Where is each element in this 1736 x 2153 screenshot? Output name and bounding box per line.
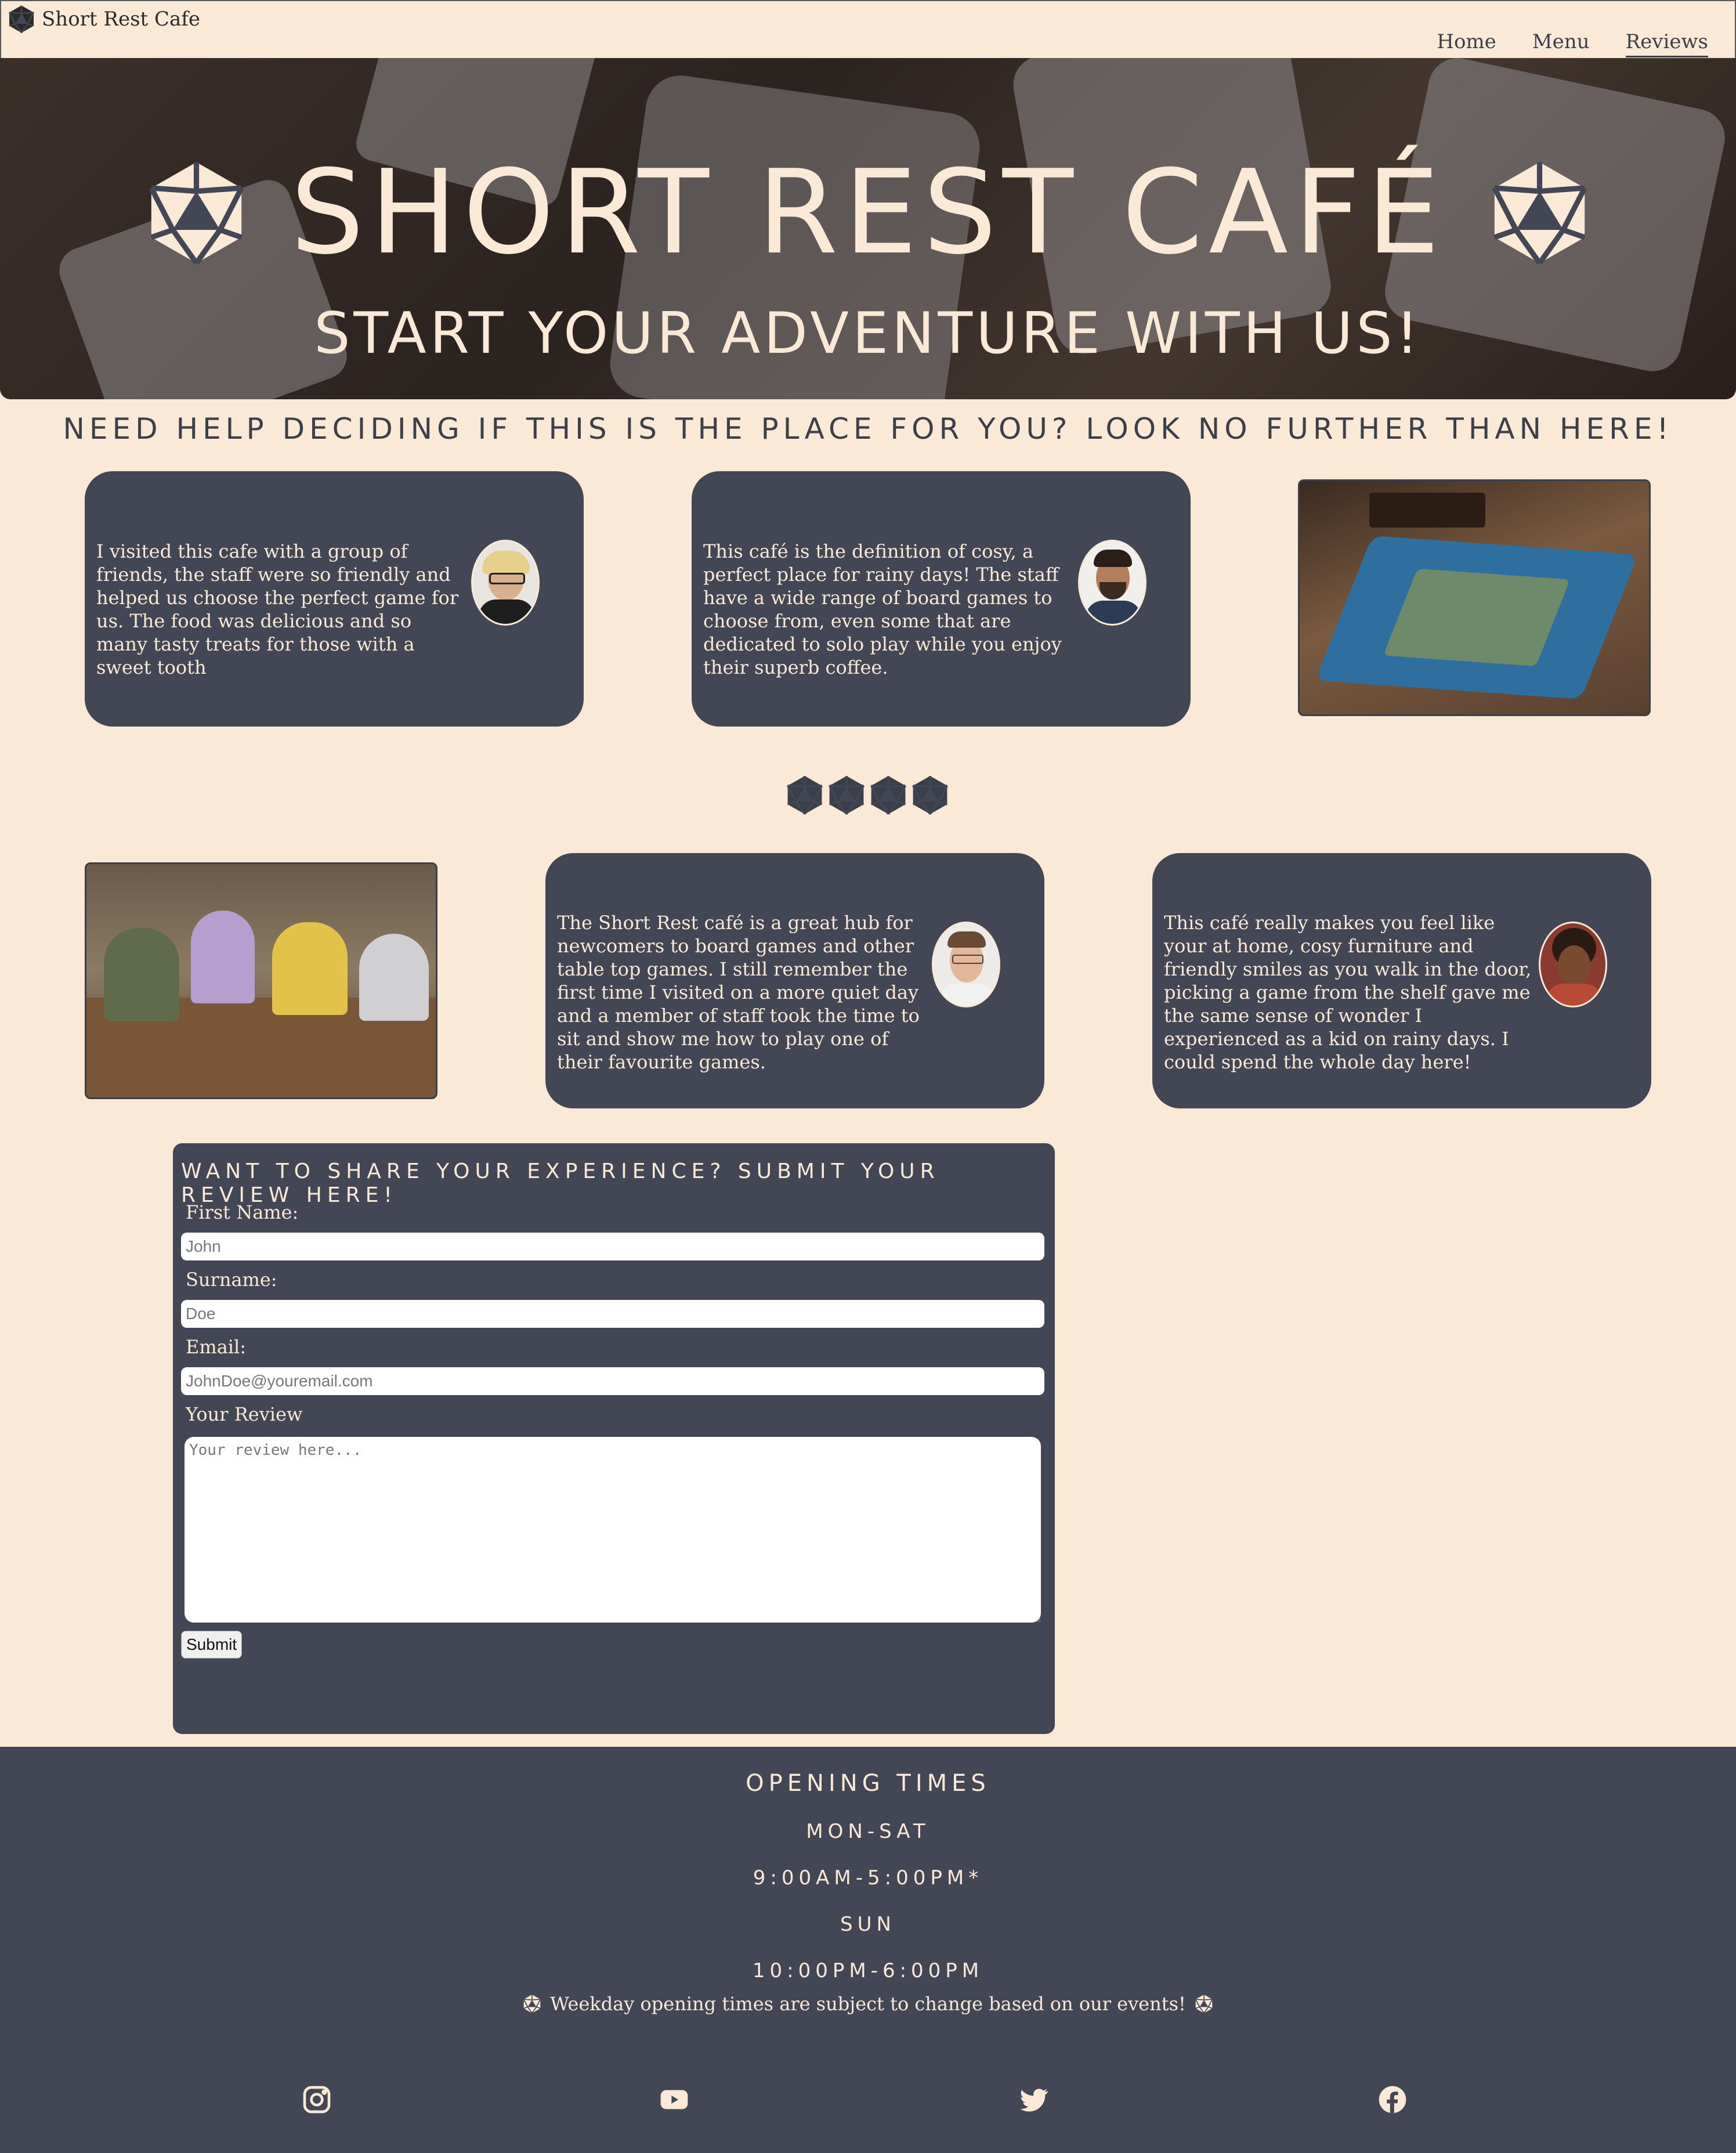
friends-gaming-photo [85, 862, 437, 1099]
facebook-icon[interactable] [1376, 2083, 1409, 2116]
youtube-icon[interactable] [658, 2083, 690, 2116]
review-card: I visited this cafe with a group of frie… [85, 471, 584, 727]
review-text: I visited this cafe with a group of frie… [96, 540, 459, 678]
instagram-icon[interactable] [301, 2083, 333, 2116]
dice-divider [784, 775, 950, 815]
hero-banner: SHORT REST CAFÉ START YOUR ADVENTURE WIT… [0, 58, 1736, 399]
d20-icon [522, 1994, 542, 2014]
hero-title-text: SHORT REST CAFÉ [290, 145, 1446, 280]
social-links [0, 2083, 1736, 2118]
nav-link-reviews[interactable]: Reviews [1625, 30, 1708, 57]
review-text: This café is the definition of cosy, a p… [703, 540, 1062, 678]
nav-links: Home Menu Reviews [1437, 30, 1708, 57]
reviewer-avatar [932, 922, 1000, 1007]
review-form: WANT TO SHARE YOUR EXPERIENCE? SUBMIT YO… [173, 1143, 1055, 1734]
opening-hours-weekday: 9:00AM-5:00PM* [753, 1866, 983, 1890]
opening-days-weekday: MON-SAT [806, 1820, 930, 1843]
hero-title: SHORT REST CAFÉ [0, 145, 1736, 280]
email-label: Email: [186, 1336, 247, 1358]
surname-input[interactable] [181, 1300, 1044, 1328]
first-name-input[interactable] [181, 1233, 1044, 1260]
review-textarea[interactable] [185, 1437, 1041, 1623]
hero-subtitle: START YOUR ADVENTURE WITH US! [314, 301, 1422, 367]
opening-times-heading: OPENING TIMES [746, 1770, 990, 1797]
d20-icon [826, 775, 867, 815]
opening-days-sunday: SUN [840, 1913, 896, 1936]
form-title: WANT TO SHARE YOUR EXPERIENCE? SUBMIT YO… [181, 1159, 940, 1207]
review-text: The Short Rest café is a great hub for n… [557, 912, 920, 1073]
reviewer-avatar [1539, 922, 1607, 1007]
review-card: The Short Rest café is a great hub for n… [545, 853, 1044, 1108]
reviewer-avatar [1078, 540, 1147, 626]
board-game-photo [1298, 479, 1651, 716]
d20-icon [910, 775, 950, 815]
twitter-icon[interactable] [1018, 2083, 1050, 2116]
navbar: Short Rest Cafe Home Menu Reviews [0, 0, 1736, 58]
d20-icon [868, 775, 909, 815]
d20-icon [1486, 159, 1593, 266]
d20-icon [143, 159, 250, 266]
email-input[interactable] [181, 1367, 1044, 1395]
submit-button[interactable]: Submit [181, 1631, 243, 1659]
nav-link-menu[interactable]: Menu [1532, 30, 1590, 57]
review-text: This café really makes you feel like you… [1164, 912, 1532, 1073]
d20-logo-icon [7, 5, 36, 34]
brand-name: Short Rest Cafe [42, 8, 201, 31]
first-name-label: First Name: [186, 1201, 299, 1223]
nav-link-home[interactable]: Home [1437, 30, 1496, 57]
brand-link[interactable]: Short Rest Cafe [7, 5, 200, 34]
review-card: This café really makes you feel like you… [1152, 853, 1651, 1108]
review-label: Your Review [186, 1403, 303, 1425]
d20-icon [1194, 1994, 1214, 2014]
opening-hours-sunday: 10:00PM-6:00PM [752, 1959, 984, 1982]
review-card: This café is the definition of cosy, a p… [692, 471, 1191, 727]
reviews-intro-heading: NEED HELP DECIDING IF THIS IS THE PLACE … [63, 412, 1673, 446]
reviewer-avatar [471, 540, 540, 626]
surname-label: Surname: [186, 1269, 277, 1291]
d20-icon [784, 775, 825, 815]
opening-note: Weekday opening times are subject to cha… [0, 1993, 1736, 2015]
opening-note-text: Weekday opening times are subject to cha… [550, 1993, 1186, 2015]
